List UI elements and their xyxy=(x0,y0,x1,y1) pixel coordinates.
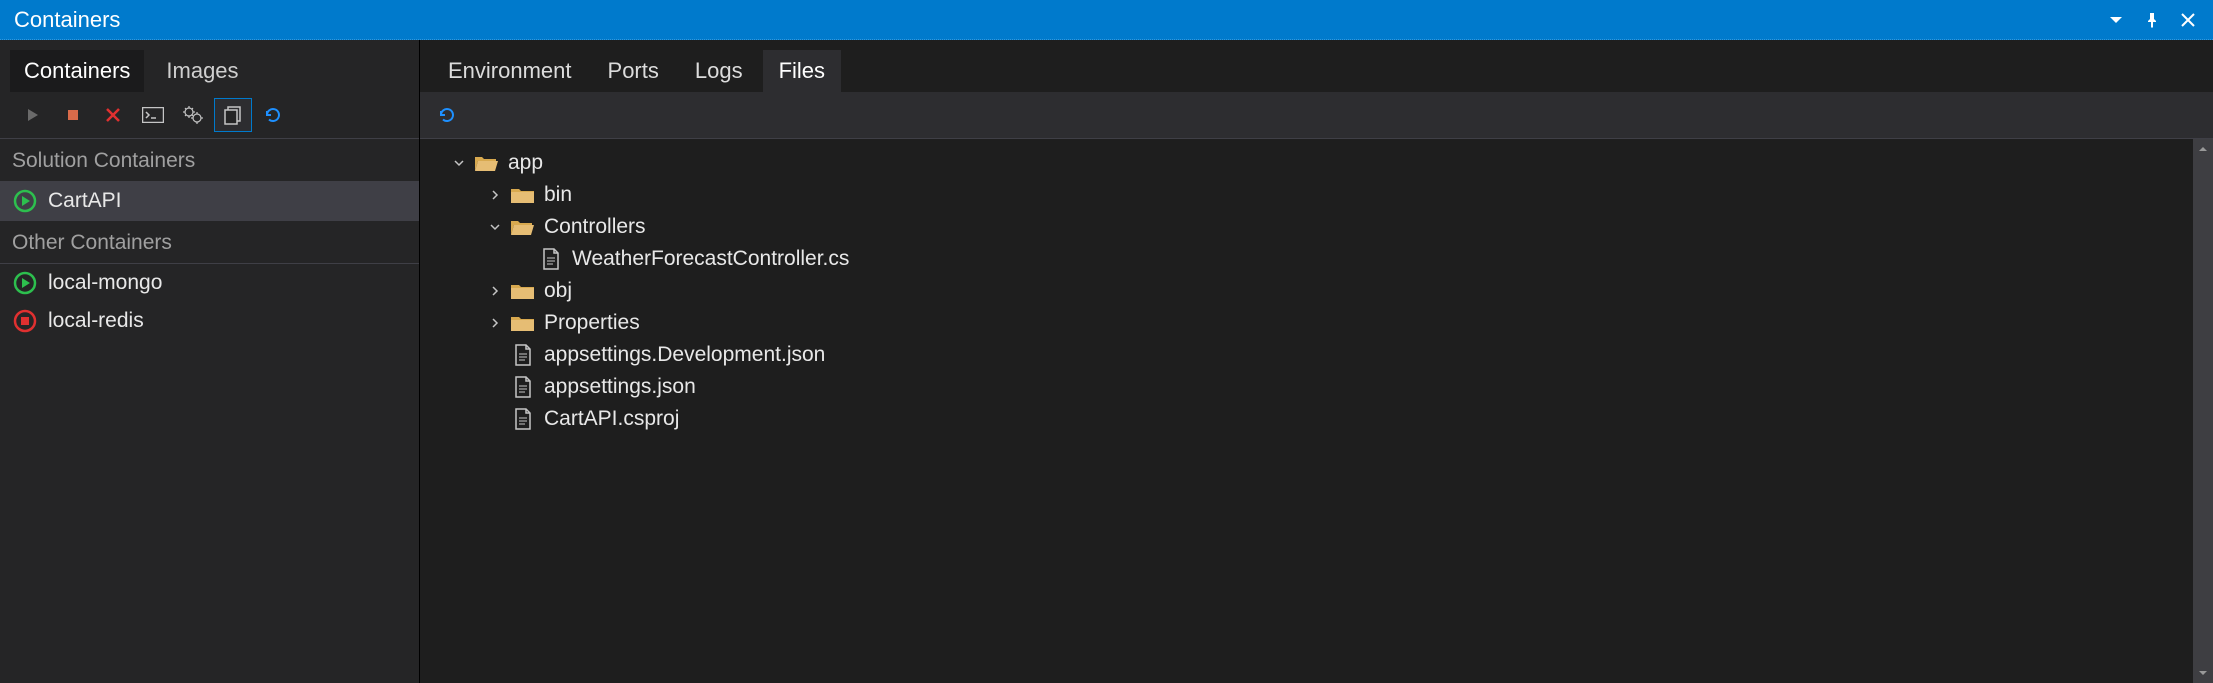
terminal-button[interactable] xyxy=(134,98,172,132)
right-panel-tabs: Environment Ports Logs Files xyxy=(420,40,2213,92)
tree-label: app xyxy=(508,151,543,175)
solution-containers-list: CartAPI xyxy=(0,182,419,220)
tree-folder-app[interactable]: app xyxy=(432,147,2189,179)
tree-label: appsettings.json xyxy=(544,375,696,399)
start-button[interactable] xyxy=(14,98,52,132)
files-tree: app bin xyxy=(420,139,2193,683)
solution-containers-header: Solution Containers xyxy=(0,139,419,182)
folder-icon xyxy=(510,280,536,302)
body: Containers Images xyxy=(0,40,2213,683)
folder-open-icon xyxy=(474,152,500,174)
tab-images[interactable]: Images xyxy=(152,50,252,92)
folder-icon xyxy=(510,184,536,206)
tree-label: bin xyxy=(544,183,572,207)
stop-button[interactable] xyxy=(54,98,92,132)
file-icon xyxy=(510,376,536,398)
chevron-down-icon xyxy=(488,222,502,232)
right-panel: Environment Ports Logs Files xyxy=(420,40,2213,683)
file-icon xyxy=(510,344,536,366)
tree-label: appsettings.Development.json xyxy=(544,343,825,367)
container-item-local-mongo[interactable]: local-mongo xyxy=(0,264,419,302)
pin-icon[interactable] xyxy=(2141,9,2163,31)
scroll-down-icon[interactable] xyxy=(2193,663,2213,683)
refresh-button[interactable] xyxy=(254,98,292,132)
window-options-icon[interactable] xyxy=(2105,9,2127,31)
folder-icon xyxy=(510,312,536,334)
vertical-scrollbar[interactable] xyxy=(2193,139,2213,683)
title-bar: Containers xyxy=(0,0,2213,40)
tree-label: CartAPI.csproj xyxy=(544,407,679,431)
scroll-up-icon[interactable] xyxy=(2193,139,2213,159)
running-icon xyxy=(12,270,38,296)
close-icon[interactable] xyxy=(2177,9,2199,31)
tree-folder-controllers[interactable]: Controllers xyxy=(432,211,2189,243)
remove-button[interactable] xyxy=(94,98,132,132)
left-toolbar xyxy=(0,92,419,139)
chevron-right-icon xyxy=(488,318,502,328)
chevron-right-icon xyxy=(488,190,502,200)
left-panel-tabs: Containers Images xyxy=(0,40,419,92)
left-panel: Containers Images xyxy=(0,40,420,683)
running-icon xyxy=(12,188,38,214)
tree-folder-properties[interactable]: Properties xyxy=(432,307,2189,339)
tree-file-appsettings[interactable]: appsettings.json xyxy=(432,371,2189,403)
tree-folder-bin[interactable]: bin xyxy=(432,179,2189,211)
tree-label: Properties xyxy=(544,311,640,335)
settings-button[interactable] xyxy=(174,98,212,132)
chevron-right-icon xyxy=(488,286,502,296)
file-icon xyxy=(510,408,536,430)
tree-file-cartapi-csproj[interactable]: CartAPI.csproj xyxy=(432,403,2189,435)
tab-environment[interactable]: Environment xyxy=(432,50,588,92)
tab-logs[interactable]: Logs xyxy=(679,50,759,92)
other-containers-header: Other Containers xyxy=(0,220,419,264)
window-controls xyxy=(2105,9,2199,31)
tab-ports[interactable]: Ports xyxy=(592,50,675,92)
tree-label: Controllers xyxy=(544,215,646,239)
files-toolbar xyxy=(420,92,2213,139)
containers-window: Containers Containers Images xyxy=(0,0,2213,683)
tree-folder-obj[interactable]: obj xyxy=(432,275,2189,307)
chevron-down-icon xyxy=(452,158,466,168)
container-item-cartapi[interactable]: CartAPI xyxy=(0,182,419,220)
window-title: Containers xyxy=(14,7,120,33)
container-label: CartAPI xyxy=(48,189,122,213)
container-item-local-redis[interactable]: local-redis xyxy=(0,302,419,340)
files-content-wrap: app bin xyxy=(420,139,2213,683)
tree-label: obj xyxy=(544,279,572,303)
tree-file-weatherforecastcontroller[interactable]: WeatherForecastController.cs xyxy=(432,243,2189,275)
container-label: local-redis xyxy=(48,309,144,333)
stopped-icon xyxy=(12,308,38,334)
container-label: local-mongo xyxy=(48,271,162,295)
copy-button[interactable] xyxy=(214,98,252,132)
folder-open-icon xyxy=(510,216,536,238)
file-icon xyxy=(538,248,564,270)
tab-containers[interactable]: Containers xyxy=(10,50,144,92)
files-refresh-button[interactable] xyxy=(428,98,466,132)
tab-files[interactable]: Files xyxy=(763,50,841,92)
tree-label: WeatherForecastController.cs xyxy=(572,247,849,271)
tree-file-appsettings-dev[interactable]: appsettings.Development.json xyxy=(432,339,2189,371)
other-containers-list: local-mongo local-redis xyxy=(0,264,419,340)
